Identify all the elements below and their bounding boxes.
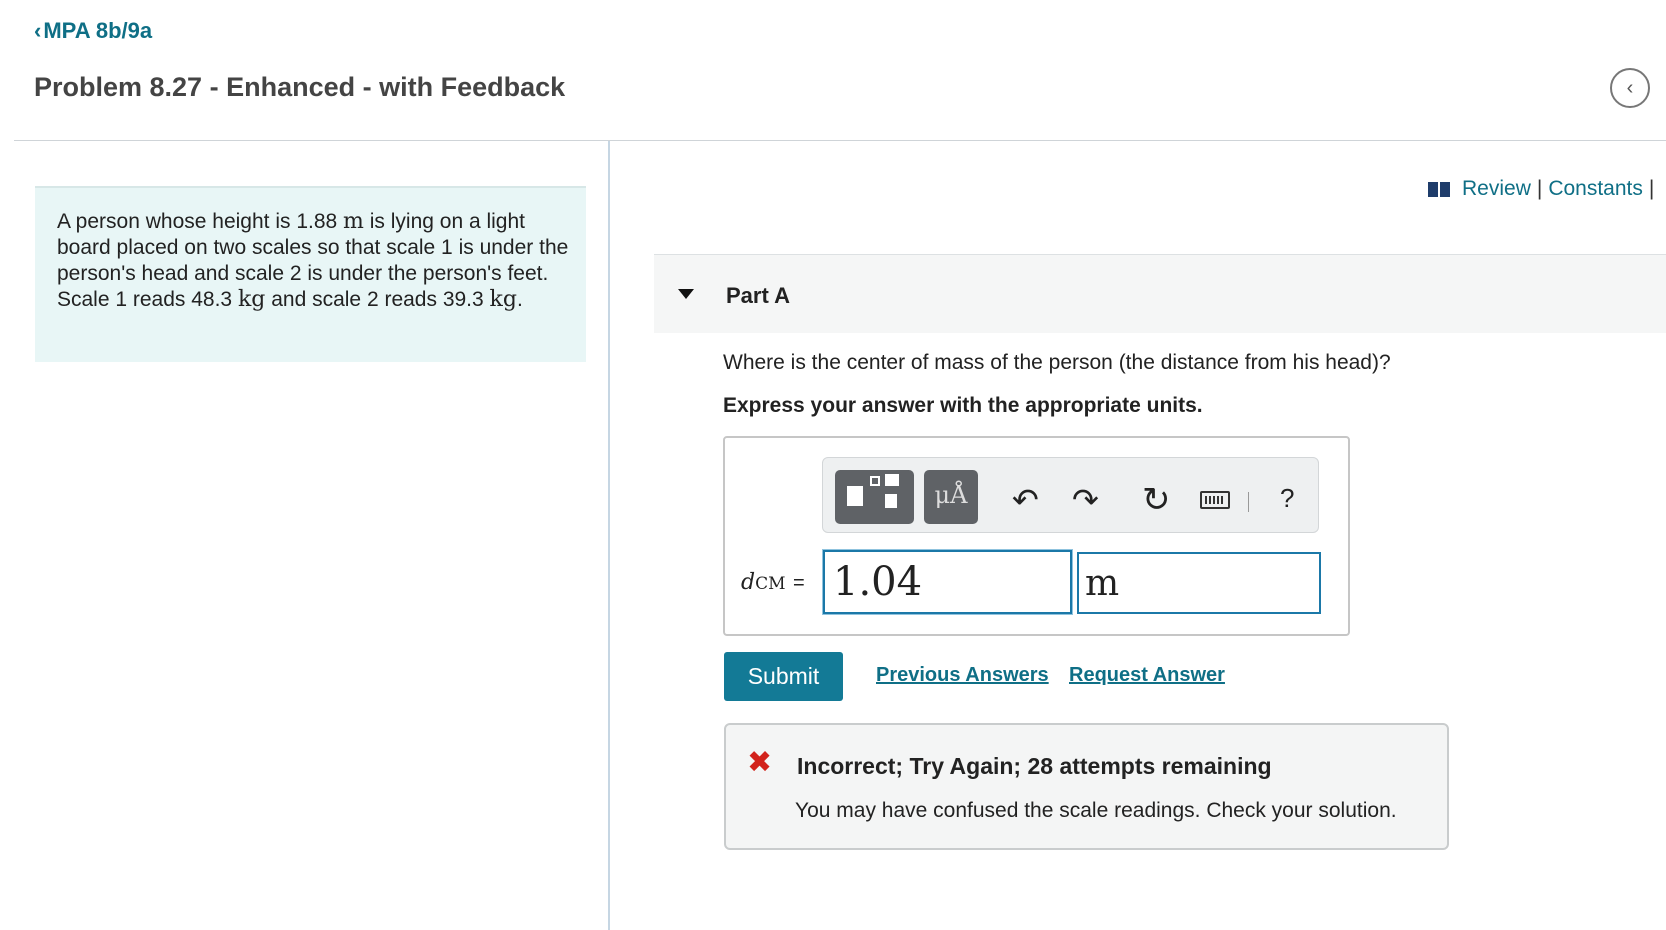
problem-text-3: and scale 2 reads 39.3 [265,288,490,311]
variable-label: dCM [741,570,786,595]
feedback-title: Incorrect; Try Again; 28 attempts remain… [797,753,1272,779]
templates-button[interactable] [835,470,914,524]
review-constants-links: Review | Constants | [1428,177,1660,201]
reset-icon[interactable]: ↻ [1142,480,1171,520]
link-separator: | [1648,177,1655,200]
panel-divider[interactable] [608,141,610,930]
unit-kg: kg [489,287,517,312]
previous-answers-link[interactable]: Previous Answers [876,664,1049,687]
answer-unit-input[interactable] [1077,552,1321,614]
redo-icon[interactable]: ↷ [1072,480,1099,520]
incorrect-x-icon: ✖ [747,746,773,779]
part-header[interactable] [654,254,1666,333]
chevron-left-icon: ‹ [1626,76,1634,99]
request-answer-link[interactable]: Request Answer [1069,664,1225,687]
book-icon [1428,181,1450,197]
toolbar-divider [1248,492,1249,512]
part-label: Part A [726,283,790,308]
instruction-text: Express your answer with the appropriate… [723,394,1203,417]
variable-subscript: CM [755,574,786,594]
unit-kg: kg [237,287,266,312]
problem-text-4: . [516,288,523,311]
answer-value-input[interactable] [823,550,1072,614]
keyboard-icon[interactable] [1200,491,1230,509]
variable-symbol: d [741,570,756,595]
submit-button[interactable]: Submit [724,652,843,701]
units-button[interactable]: μÅ [924,470,978,524]
equals-sign: = [793,572,805,594]
feedback-box [724,723,1449,850]
page-title: Problem 8.27 - Enhanced - with Feedback [34,72,566,102]
caret-down-icon[interactable] [678,289,694,299]
undo-icon[interactable]: ↶ [1012,480,1039,520]
review-link[interactable]: Review [1462,177,1531,201]
back-link[interactable]: ‹ MPA 8b/9a [34,18,152,44]
help-icon[interactable]: ? [1280,483,1294,514]
feedback-message: You may have confused the scale readings… [795,799,1397,822]
constants-link[interactable]: Constants [1548,177,1643,201]
link-separator: | [1536,177,1543,200]
header-divider [14,140,1666,141]
question-text: Where is the center of mass of the perso… [723,351,1391,374]
unit-m: m [343,209,364,234]
back-link-label: MPA 8b/9a [43,18,153,43]
collapse-panel-button[interactable]: ‹ [1610,68,1650,108]
problem-text-1: A person whose height is 1.88 [57,210,344,233]
chevron-left-icon: ‹ [34,18,42,43]
problem-statement: A person whose height is 1.88 m is lying… [57,209,577,313]
